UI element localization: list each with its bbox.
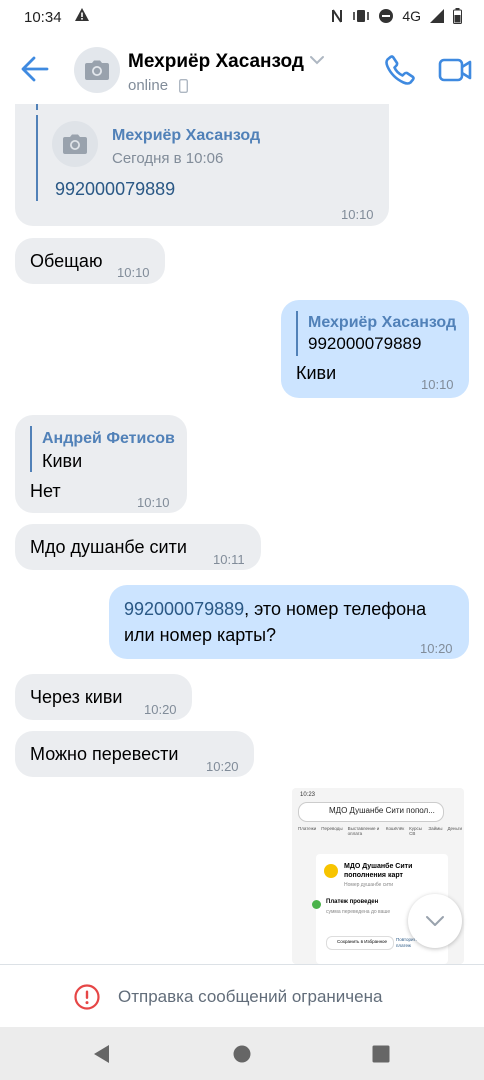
chat-header: Мехриёр Хасанзод online: [0, 34, 484, 104]
signal-icon: [430, 9, 444, 23]
system-navigation-bar: [0, 1027, 484, 1080]
forwarded-author[interactable]: Мехриёр Хасанзод: [112, 124, 260, 148]
thumb-logo: [324, 864, 338, 878]
reply-quote-text: Киви: [42, 451, 83, 471]
message-text-line2: или номер карты?: [124, 625, 277, 645]
thumb-status-time: 10:23: [300, 792, 316, 798]
mobile-device-icon: [179, 79, 188, 93]
thumb-card-title: МДО Душанбе Сити пополнения карт: [344, 863, 413, 879]
phone-call-icon[interactable]: [384, 54, 416, 86]
nested-forward-line: [36, 115, 38, 201]
reply-quote-line: [30, 426, 32, 472]
thumb-tab: Деньги: [447, 826, 462, 831]
message-time: 10:20: [144, 702, 177, 717]
thumb-status-title: Платеж проведен: [326, 899, 379, 905]
nav-back-icon[interactable]: [92, 1044, 110, 1064]
vibrate-icon: [353, 10, 370, 22]
message-incoming[interactable]: Можно перевести 10:20: [15, 731, 254, 777]
message-outgoing[interactable]: 992000079889, это номер телефона или ном…: [109, 585, 469, 659]
forwarded-avatar: [52, 121, 98, 167]
camera-icon: [85, 60, 109, 80]
thumb-tab: Выставление и оплата: [347, 826, 380, 836]
message-text: Мдо душанбе сити: [30, 537, 187, 557]
message-time: 10:10: [137, 495, 170, 510]
message-incoming-reply[interactable]: Андрей Фетисов Киви Нет 10:10: [15, 415, 187, 513]
thumb-tabs: Платежи Переводы Выставление и оплата Ко…: [298, 826, 462, 840]
warning-icon: [75, 8, 89, 21]
thumb-success-icon: [312, 900, 321, 909]
camera-icon: [63, 134, 87, 154]
thumb-tab: Курсы СВ: [409, 826, 422, 836]
message-text: Обещаю: [30, 251, 103, 271]
message-time: 10:20: [420, 641, 453, 656]
online-status: online: [128, 77, 169, 94]
message-text: Можно перевести: [30, 744, 179, 764]
status-time: 10:34: [24, 9, 62, 26]
thumb-card-subtitle: Номер душанбе сити: [344, 882, 394, 888]
message-list[interactable]: Мехриёр Хасанзод Сегодня в 10:06 9920000…: [0, 104, 484, 964]
phone-number-link[interactable]: 992000079889: [124, 599, 244, 619]
contact-name[interactable]: Мехриёр Хасанзод: [128, 51, 304, 73]
reply-quote-author[interactable]: Андрей Фетисов: [42, 427, 175, 451]
message-time: 10:10: [421, 377, 454, 392]
message-outgoing-reply[interactable]: Мехриёр Хасанзод 992000079889 Киви 10:10: [281, 300, 469, 398]
chevron-down-icon[interactable]: [309, 54, 325, 66]
message-time: 10:11: [213, 552, 245, 567]
message-incoming[interactable]: Обещаю 10:10: [15, 238, 165, 284]
reply-quote-line: [296, 311, 298, 356]
thumb-search-text: МДО Душанбе Сити попол...: [329, 806, 435, 815]
message-text-rest: , это номер телефона: [244, 599, 427, 619]
message-incoming[interactable]: Мдо душанбе сити 10:11: [15, 524, 261, 570]
thumb-tab: Займы: [428, 826, 443, 831]
reply-quote-text: 992000079889: [308, 334, 422, 353]
nav-recents-icon[interactable]: [372, 1045, 390, 1063]
thumb-tab: Кошёлёк: [385, 826, 405, 831]
error-icon: [74, 984, 100, 1010]
thumb-tab: Переводы: [321, 826, 343, 831]
status-bar: 10:34 4G: [0, 0, 484, 34]
message-incoming[interactable]: Через киви 10:20: [15, 674, 192, 720]
thumb-tab: Платежи: [298, 826, 317, 831]
back-arrow-icon[interactable]: [20, 56, 50, 82]
thumb-search-bar: МДО Душанбе Сити попол...: [298, 802, 444, 822]
video-call-icon[interactable]: [438, 56, 472, 84]
network-type: 4G: [402, 8, 421, 24]
battery-icon: [453, 8, 462, 24]
message-text: Через киви: [30, 687, 123, 707]
messaging-restricted-banner: Отправка сообщений ограничена: [0, 964, 484, 1028]
message-text-line1: 992000079889, это номер телефона: [124, 597, 426, 621]
message-text: Нет: [30, 481, 61, 501]
thumb-save-button: Сохранить в Избранное: [326, 936, 394, 950]
thumb-status-subtitle: сумма переведена до ваше: [326, 909, 391, 915]
thumb-save-label: Сохранить в Избранное: [337, 939, 388, 944]
message-text: Киви: [296, 363, 337, 383]
forward-line: [36, 104, 38, 110]
chevron-down-icon: [426, 916, 444, 926]
nfc-icon: [332, 9, 343, 23]
avatar[interactable]: [74, 47, 120, 93]
message-time: 10:10: [341, 207, 374, 222]
message-time: 10:10: [117, 265, 150, 280]
nav-home-icon[interactable]: [233, 1045, 251, 1063]
restriction-text: Отправка сообщений ограничена: [118, 987, 383, 1006]
forwarded-date: Сегодня в 10:06: [112, 150, 224, 167]
phone-number-link[interactable]: 992000079889: [55, 177, 175, 201]
scroll-to-bottom-button[interactable]: [408, 894, 462, 948]
message-forwarded[interactable]: Мехриёр Хасанзод Сегодня в 10:06 9920000…: [15, 104, 389, 226]
message-time: 10:20: [206, 759, 239, 774]
reply-quote-author[interactable]: Мехриёр Хасанзод: [308, 311, 456, 335]
do-not-disturb-icon: [379, 9, 394, 23]
